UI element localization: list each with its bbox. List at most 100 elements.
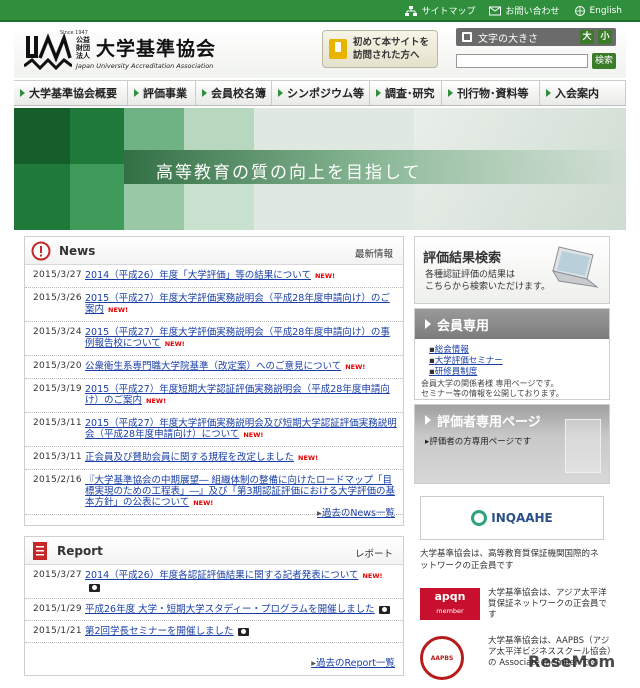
nav-item[interactable]: 刊行物･資料等 <box>442 81 540 105</box>
item-link[interactable]: 公衆衛生系専門職大学院基準（改定案）へのご意見について <box>85 361 341 372</box>
item-link[interactable]: 2014（平成26）年度「大学評価」等の結果について <box>85 270 311 281</box>
english-link[interactable]: English <box>574 4 623 17</box>
site-header: Since 1947 公益財団法人 大学基準協会 Japan Universit… <box>14 24 626 78</box>
item-link[interactable]: 2015（平成27）年度大学評価実務説明会（平成28年度申請向け）の事例報告校に… <box>85 327 390 349</box>
list-item: 2015/1/21 第2回学長セミナーを開催しました <box>25 621 403 643</box>
member-note: 会員大学の関係者様 専用ページです。 セミナー等の情報を公開しております。 <box>421 379 564 399</box>
text-size-icon <box>462 32 472 42</box>
nav-item[interactable]: シンポジウム等 <box>272 81 370 105</box>
member-link-training[interactable]: 研修員制度 <box>429 367 503 378</box>
font-size-large-button[interactable]: 大 <box>580 30 594 44</box>
item-link[interactable]: 第2回学長セミナーを開催しました <box>85 626 234 637</box>
member-links: 総会情報 大学評価セミナー 研修員制度 <box>429 345 503 378</box>
arrow-icon <box>202 89 207 97</box>
hero-block <box>124 108 184 150</box>
item-date: 2015/3/27 <box>33 270 82 280</box>
sitemap-link[interactable]: サイトマップ <box>405 4 475 17</box>
arrow-icon <box>376 89 381 97</box>
item-link[interactable]: 2015（平成27）年度短期大学認証評価実務説明会（平成28年度申請向け）のご案… <box>85 384 390 406</box>
member-link-seminar[interactable]: 大学評価セミナー <box>429 356 503 367</box>
juaa-logo-icon[interactable] <box>24 32 72 72</box>
font-size-label: 文字の大きさ <box>478 33 538 45</box>
search-button[interactable]: 検索 <box>592 53 616 69</box>
list-item: 2015/3/27 2014（平成26）年度各認証評価結果に関する記者発表について… <box>25 565 403 599</box>
item-date: 2015/2/16 <box>33 475 82 485</box>
arrow-icon <box>448 89 453 97</box>
aapbs-logo[interactable]: AAPBS <box>420 636 464 680</box>
globe-icon <box>574 5 585 16</box>
item-date: 2015/1/21 <box>33 626 82 636</box>
hero-block <box>124 184 184 230</box>
evaluation-search-text: 各種認証評価の結果は こちらから検索いただけます。 <box>425 269 550 293</box>
nav-item[interactable]: 評価事業 <box>128 81 196 105</box>
laptop-icon <box>551 246 599 288</box>
new-badge: NEW! <box>345 363 366 371</box>
nav-item[interactable]: 大学基準協会概要 <box>14 81 128 105</box>
news-subtitle: 最新情報 <box>354 249 393 260</box>
news-panel: News 最新情報 2015/3/27 2014（平成26）年度「大学評価」等の結… <box>24 236 404 526</box>
site-title-en: Japan University Accreditation Associati… <box>76 62 214 70</box>
report-icon <box>33 541 47 560</box>
list-item: 2015/3/11 正会員及び賛助会員に関する規程を改定しました NEW! <box>25 447 403 470</box>
camera-icon <box>89 583 100 592</box>
new-badge: NEW! <box>193 499 214 507</box>
search-input[interactable] <box>456 54 588 68</box>
item-link[interactable]: 2014（平成26）年度各認証評価結果に関する記者発表について <box>85 570 358 581</box>
evaluator-only-box[interactable]: 評価者専用ページ 評価者の方専用ページです <box>414 404 610 484</box>
report-header: Report レポート <box>25 537 403 565</box>
new-badge: NEW! <box>164 340 185 348</box>
evaluation-search-banner[interactable]: 評価結果検索 各種認証評価の結果は こちらから検索いただけます。 <box>414 236 610 304</box>
first-visit-button[interactable]: 初めて本サイトを 訪問された方へ <box>322 30 438 68</box>
arrow-icon <box>278 89 283 97</box>
new-badge: NEW! <box>108 306 129 314</box>
hero-block <box>184 184 254 230</box>
hero-block <box>184 108 254 150</box>
nav-item-label: 調査･研究 <box>385 87 435 100</box>
item-date: 2015/3/26 <box>33 293 82 303</box>
new-badge: NEW! <box>146 397 167 405</box>
inqaahe-logo-icon <box>471 510 488 526</box>
item-date: 2015/3/11 <box>33 418 82 428</box>
english-label: English <box>589 5 623 16</box>
door-icon <box>565 419 601 473</box>
item-link[interactable]: 2015（平成27）年度大学評価実務説明会（平成28年度申請向け）のご案内 <box>85 293 390 315</box>
item-link[interactable]: 平成26年度 大学・短期大学スタディー・プログラムを開催しました <box>85 604 375 615</box>
member-only-title: 会員専用 <box>437 318 490 334</box>
member-only-header[interactable]: 会員専用 <box>415 309 609 339</box>
apqn-banner[interactable]: apqn member <box>420 588 480 620</box>
member-link-general-meeting[interactable]: 総会情報 <box>429 345 503 356</box>
evaluator-only-title: 評価者専用ページ <box>437 414 541 430</box>
list-item: 2015/3/11 2015（平成27）年度大学評価実務説明会及び短期大学認証評価… <box>25 413 403 447</box>
font-size-small-button[interactable]: 小 <box>598 30 612 44</box>
contact-link[interactable]: お問い合わせ <box>489 4 560 17</box>
list-item: 2015/3/26 2015（平成27）年度大学評価実務説明会（平成28年度申請向… <box>25 288 403 322</box>
camera-icon <box>378 605 390 614</box>
hero-block <box>70 164 124 230</box>
report-list: 2015/3/27 2014（平成26）年度各認証評価結果に関する記者発表について… <box>25 565 403 643</box>
site-title[interactable]: 大学基準協会 <box>96 34 216 61</box>
nav-item[interactable]: 会員校名簿 <box>196 81 272 105</box>
news-more-link[interactable]: 過去のNews一覧 <box>317 505 395 519</box>
alert-icon <box>31 241 51 260</box>
sitemap-icon <box>405 5 418 16</box>
list-item: 2015/1/29 平成26年度 大学・短期大学スタディー・プログラムを開催しまし… <box>25 599 403 621</box>
item-date: 2015/3/24 <box>33 327 82 337</box>
item-link[interactable]: 正会員及び賛助会員に関する規程を改定しました <box>85 452 294 463</box>
item-link[interactable]: 2015（平成27）年度大学評価実務説明会及び短期大学認証評価実務説明会（平成2… <box>85 418 397 440</box>
nav-item-label: 会員校名簿 <box>211 87 266 100</box>
inqaahe-banner[interactable]: INQAAHE <box>420 496 604 540</box>
report-more-link[interactable]: 過去のReport一覧 <box>311 655 395 669</box>
nav-item[interactable]: 調査･研究 <box>370 81 442 105</box>
mail-icon <box>489 6 502 15</box>
evaluation-search-line1: 各種認証評価の結果は <box>425 270 516 280</box>
item-date: 2015/3/11 <box>33 452 82 462</box>
top-bar: サイトマップ お問い合わせ English <box>0 0 640 22</box>
report-subtitle: レポート <box>354 549 393 560</box>
item-date: 2015/3/19 <box>33 384 82 394</box>
item-link[interactable]: 『大学基準協会の中期展望― 組織体制の整備に向けたロードマップ「目標実現のための… <box>85 475 395 508</box>
nav-item[interactable]: 入会案内 <box>540 81 626 105</box>
item-date: 2015/3/27 <box>33 570 82 580</box>
hero-tagline: 高等教育の質の向上を目指して <box>156 163 422 183</box>
report-title: Report <box>57 543 103 558</box>
first-visit-line1: 初めて本サイトを <box>353 37 430 48</box>
